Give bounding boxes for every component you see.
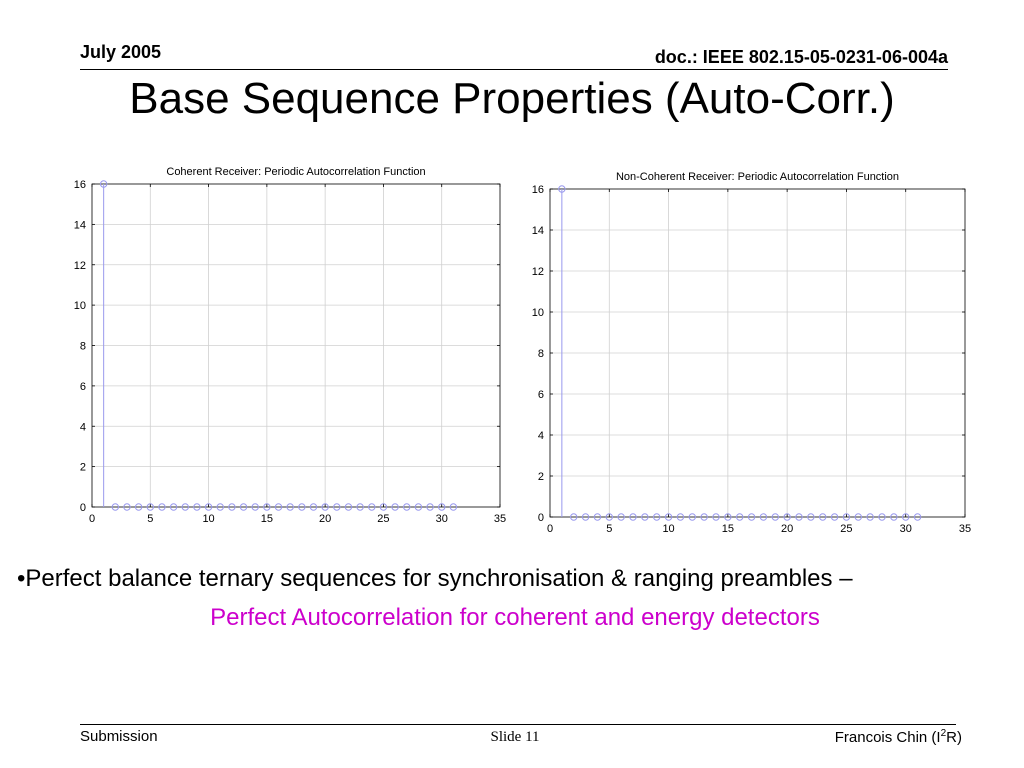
x-tick-label: 20 xyxy=(319,513,331,525)
footer-author: Francois Chin (I2R) xyxy=(835,728,962,746)
x-tick-label: 15 xyxy=(722,523,734,535)
author-prefix: Francois Chin (I xyxy=(834,729,941,746)
y-tick-label: 14 xyxy=(74,219,86,231)
x-tick-label: 25 xyxy=(377,513,389,525)
x-tick-label: 20 xyxy=(781,523,793,535)
x-tick-label: 35 xyxy=(959,523,971,535)
x-tick-label: 25 xyxy=(840,523,852,535)
y-tick-label: 8 xyxy=(538,348,544,360)
slide-number: Slide 11 xyxy=(490,729,540,745)
y-tick-label: 10 xyxy=(74,300,86,312)
header-divider xyxy=(80,69,948,70)
chart-title: Non-Coherent Receiver: Periodic Autocorr… xyxy=(616,171,899,183)
x-tick-label: 0 xyxy=(89,513,95,525)
y-tick-label: 0 xyxy=(80,502,86,514)
y-tick-label: 4 xyxy=(80,421,86,433)
y-tick-label: 12 xyxy=(74,260,86,272)
x-tick-label: 10 xyxy=(202,513,214,525)
highlight-text: Perfect Autocorrelation for coherent and… xyxy=(210,604,820,631)
x-tick-label: 5 xyxy=(606,523,612,535)
footer-divider xyxy=(80,724,956,725)
slide-title: Base Sequence Properties (Auto-Corr.) xyxy=(129,74,895,123)
y-tick-label: 2 xyxy=(538,471,544,483)
y-tick-label: 4 xyxy=(538,430,544,442)
footer-submission: Submission xyxy=(80,728,158,745)
header-doc-id: doc.: IEEE 802.15-05-0231-06-004a xyxy=(654,47,948,67)
coherent-autocorrelation-chart: 0 5 10 15 20 25 30 35 0 2 4 6 8 10 12 14 16 Coherent Rece… xyxy=(74,166,506,525)
y-tick-label: 10 xyxy=(532,307,544,319)
x-tick-label: 10 xyxy=(662,523,674,535)
y-tick-label: 16 xyxy=(74,179,86,191)
bullet-text: •Perfect balance ternary sequences for s… xyxy=(17,565,853,592)
x-tick-label: 30 xyxy=(436,513,448,525)
x-tick-label: 15 xyxy=(261,513,273,525)
y-tick-label: 8 xyxy=(80,341,86,353)
y-tick-label: 6 xyxy=(538,389,544,401)
x-tick-label: 5 xyxy=(147,513,153,525)
y-tick-label: 14 xyxy=(532,225,544,237)
y-tick-label: 12 xyxy=(532,266,544,278)
chart-title: Coherent Receiver: Periodic Autocorrelat… xyxy=(166,166,425,178)
y-tick-label: 16 xyxy=(532,184,544,196)
header-date: July 2005 xyxy=(80,42,162,62)
x-tick-label: 35 xyxy=(494,513,506,525)
x-tick-label: 0 xyxy=(547,523,553,535)
author-suffix: R) xyxy=(946,729,962,746)
y-tick-label: 6 xyxy=(80,381,86,393)
y-tick-label: 2 xyxy=(80,462,86,474)
x-tick-label: 30 xyxy=(900,523,912,535)
y-tick-label: 0 xyxy=(538,512,544,524)
noncoherent-autocorrelation-chart: 0 5 10 15 20 25 30 35 0 2 4 6 8 10 12 14 16 Non-Coherent … xyxy=(532,171,971,535)
